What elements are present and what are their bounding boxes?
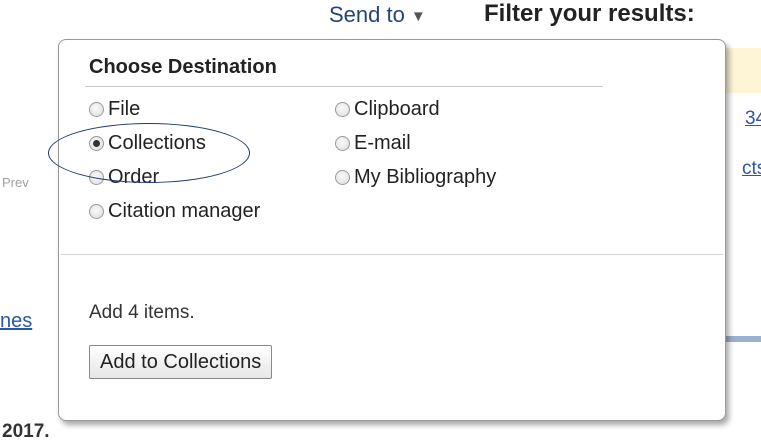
- popup-title: Choose Destination: [89, 56, 277, 78]
- caret-down-icon: ▼: [410, 7, 426, 25]
- option-file-label: File: [108, 98, 141, 120]
- prev-link[interactable]: Prev: [2, 175, 29, 190]
- background-link-1[interactable]: 34: [745, 108, 761, 130]
- title-divider: [85, 86, 603, 87]
- option-citation-manager-label: Citation manager: [108, 200, 261, 222]
- option-email[interactable]: E-mail: [335, 132, 411, 155]
- option-collections[interactable]: Collections: [89, 132, 206, 155]
- option-clipboard[interactable]: Clipboard: [335, 98, 440, 121]
- radio-order[interactable]: [89, 170, 104, 185]
- option-collections-label: Collections: [108, 132, 206, 154]
- option-order-label: Order: [108, 166, 160, 188]
- send-to-label[interactable]: Send to: [329, 2, 405, 27]
- add-to-collections-button[interactable]: Add to Collections: [89, 345, 273, 379]
- background-year-text: 2017.: [2, 421, 50, 442]
- background-highlight-band: [726, 48, 761, 93]
- background-link-2[interactable]: cts: [742, 158, 761, 180]
- radio-citation-manager[interactable]: [89, 204, 104, 219]
- add-items-text: Add 4 items.: [89, 302, 195, 323]
- radio-my-bibliography[interactable]: [335, 170, 350, 185]
- radio-email[interactable]: [335, 136, 350, 151]
- background-link-3[interactable]: nes: [0, 310, 32, 333]
- send-to-popup: Choose Destination File Clipboard Collec…: [58, 39, 726, 421]
- option-my-bibliography-label: My Bibliography: [354, 166, 497, 188]
- radio-clipboard[interactable]: [335, 102, 350, 117]
- radio-file[interactable]: [89, 102, 104, 117]
- option-my-bibliography[interactable]: My Bibliography: [335, 166, 496, 189]
- option-file[interactable]: File: [89, 98, 140, 121]
- section-divider: [61, 254, 723, 255]
- radio-collections[interactable]: [89, 136, 104, 151]
- option-order[interactable]: Order: [89, 166, 159, 189]
- filter-results-heading: Filter your results:: [484, 0, 695, 27]
- option-citation-manager[interactable]: Citation manager: [89, 200, 260, 223]
- option-email-label: E-mail: [354, 132, 411, 154]
- background-divider-bar: [726, 336, 761, 342]
- send-to-menu[interactable]: Send to ▼: [329, 4, 426, 26]
- option-clipboard-label: Clipboard: [354, 98, 440, 120]
